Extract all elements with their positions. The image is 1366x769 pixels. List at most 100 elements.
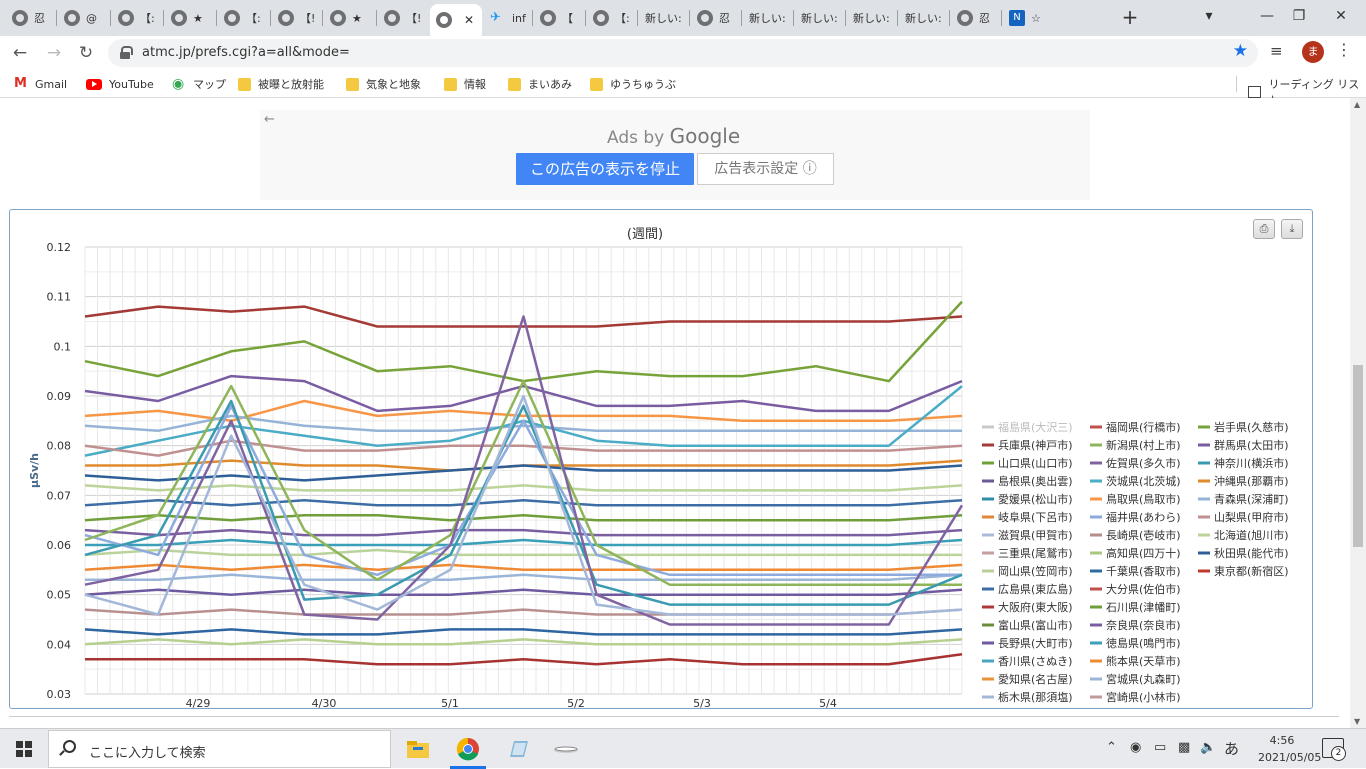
browser-tab[interactable]: 忍 <box>6 4 56 32</box>
browser-tab[interactable]: 新しい: <box>899 4 949 32</box>
browser-tab[interactable]: 【! <box>272 4 322 32</box>
address-bar[interactable]: atmc.jp/prefs.cgi?a=all&mode= ★ <box>108 39 1258 67</box>
vertical-scrollbar[interactable]: ▲ ▼ <box>1350 98 1366 728</box>
bookmark-item[interactable]: まいあみ <box>508 76 572 92</box>
y-tick-label: 0.12 <box>47 241 72 254</box>
restore-icon[interactable]: ❐ <box>1284 4 1314 28</box>
bookmark-label: 被曝と放射能 <box>258 78 324 91</box>
media-control-icon[interactable]: ≡ <box>1270 42 1283 60</box>
browser-tab[interactable]: 新しい: <box>795 4 845 32</box>
browser-tab[interactable]: 【: <box>587 4 637 32</box>
tab-separator <box>376 10 377 26</box>
bookmark-item[interactable]: 被曝と放射能 <box>238 76 324 92</box>
bookmark-item[interactable]: 気象と地象 <box>346 76 421 92</box>
browser-toolbar: ← → ↻ atmc.jp/prefs.cgi?a=all&mode= ★ ≡ … <box>0 36 1366 70</box>
legend-label: 岩手県(久慈市) <box>1214 420 1289 434</box>
tab-separator <box>270 10 271 26</box>
notepad-app-icon[interactable] <box>504 735 532 763</box>
legend-label: 大阪府(東大阪) <box>998 600 1073 614</box>
bookmark-item[interactable]: ◉ マップ <box>172 76 226 92</box>
x-tick-label: 4/29 <box>186 697 211 708</box>
bookmark-item[interactable]: M Gmail <box>14 76 67 92</box>
taskbar-clock[interactable]: 4:56 2021/05/05 <box>1258 732 1322 766</box>
scroll-thumb[interactable] <box>1353 365 1363 547</box>
lock-icon[interactable] <box>120 46 133 59</box>
clock-date: 2021/05/05 <box>1258 751 1322 764</box>
globe-favicon-icon <box>224 10 240 26</box>
ime-indicator[interactable]: あ <box>1224 738 1239 759</box>
legend-label: 長野県(大町市) <box>998 636 1073 650</box>
legend-label: 茨城県(北茨城) <box>1106 474 1181 488</box>
tab-title: ☆ <box>1031 11 1041 25</box>
legend-label: 福島県(大沢三) <box>998 420 1073 434</box>
legend-label: 沖縄県(那覇市) <box>1214 474 1289 488</box>
legend-label: 宮崎県(小林市) <box>1106 690 1181 704</box>
chrome-icon[interactable] <box>454 735 482 763</box>
battery-icon[interactable]: ▭ <box>1154 740 1166 755</box>
file-explorer-icon[interactable] <box>404 735 432 763</box>
bookmark-item[interactable]: YouTube <box>86 76 154 92</box>
browser-tab[interactable]: ★ <box>324 4 376 32</box>
browser-tab[interactable]: 【: <box>218 4 270 32</box>
browser-tab[interactable]: ✈ inf <box>484 4 532 32</box>
browser-tab[interactable]: 忍 <box>691 4 741 32</box>
notification-count: 2 <box>1331 746 1346 761</box>
browser-tab[interactable]: 【 <box>534 4 585 32</box>
scroll-up-icon[interactable]: ▲ <box>1354 100 1360 109</box>
tab-title: 【: <box>140 12 155 25</box>
browser-tab[interactable]: 忍 <box>951 4 1001 32</box>
windows-start-icon[interactable] <box>16 741 32 757</box>
menu-icon[interactable]: ⋮ <box>1336 40 1352 59</box>
meet-now-icon[interactable]: ◉ <box>1130 740 1141 755</box>
browser-tab[interactable]: 新しい: <box>847 4 897 32</box>
minimize-icon[interactable]: — <box>1252 4 1282 28</box>
browser-tab[interactable]: N ☆ <box>1003 4 1053 32</box>
y-axis-label: μSv/h <box>28 453 41 488</box>
browser-tab[interactable]: ✕ <box>430 4 482 36</box>
tab-title: 【! <box>406 12 422 25</box>
scroll-down-icon[interactable]: ▼ <box>1354 717 1360 726</box>
tab-separator <box>949 10 950 26</box>
bookmark-item[interactable]: 情報 <box>444 76 486 92</box>
browser-tab[interactable]: 新しい: <box>639 4 689 32</box>
bookmark-label: マップ <box>193 78 226 91</box>
tab-title: 新しい: <box>853 12 890 25</box>
airplane-app-icon[interactable] <box>552 735 580 763</box>
stop-ad-button[interactable]: この広告の表示を停止 <box>516 153 694 185</box>
bookmark-label: 気象と地象 <box>366 78 421 91</box>
url-text[interactable]: atmc.jp/prefs.cgi?a=all&mode= <box>142 45 350 60</box>
tray-overflow-icon[interactable]: ⌃ <box>1106 740 1117 755</box>
site-favicon-icon: N <box>1009 10 1025 26</box>
tab-close-icon[interactable]: ✕ <box>464 13 474 27</box>
taskbar-search[interactable]: ここに入力して検索 <box>48 730 391 768</box>
legend-label: 北海道(旭川市) <box>1214 528 1289 542</box>
close-window-icon[interactable]: ✕ <box>1326 4 1356 28</box>
globe-favicon-icon <box>64 10 80 26</box>
bookmark-item[interactable]: ゆうちゅうぶ <box>590 76 676 92</box>
browser-tab[interactable]: 【: <box>112 4 163 32</box>
network-icon[interactable]: ▩ <box>1178 740 1190 755</box>
browser-tab[interactable]: 【! <box>378 4 428 32</box>
new-tab-icon[interactable]: + <box>1118 6 1142 30</box>
tab-title: 忍 <box>719 12 730 25</box>
ad-settings-button[interactable]: 広告表示設定 ⓘ <box>697 153 834 185</box>
legend-label: 長崎県(壱岐市) <box>1106 528 1181 542</box>
tab-separator <box>845 10 846 26</box>
google-logo: Google <box>669 124 741 148</box>
browser-tab[interactable]: ★ <box>165 4 216 32</box>
bookmark-star-icon[interactable]: ★ <box>1233 41 1248 61</box>
browser-tab[interactable]: 新しい: <box>743 4 793 32</box>
profile-avatar[interactable]: ま <box>1302 41 1324 63</box>
legend-label: 富山県(富山市) <box>998 618 1073 632</box>
clock-time: 4:56 <box>1269 734 1295 747</box>
tab-search-icon[interactable]: ▾ <box>1194 4 1224 28</box>
browser-tab[interactable]: @ <box>58 4 110 32</box>
volume-icon[interactable]: 🔈 <box>1200 740 1216 755</box>
forward-icon[interactable]: → <box>42 41 66 65</box>
ad-back-icon[interactable]: ← <box>264 112 275 127</box>
back-icon[interactable]: ← <box>8 41 32 65</box>
legend-label: 岡山県(笠岡市) <box>998 564 1073 578</box>
page-content: ← Ads by Google この広告の表示を停止 広告表示設定 ⓘ (週間)… <box>0 98 1350 728</box>
reload-icon[interactable]: ↻ <box>74 41 98 65</box>
search-icon <box>63 740 76 753</box>
